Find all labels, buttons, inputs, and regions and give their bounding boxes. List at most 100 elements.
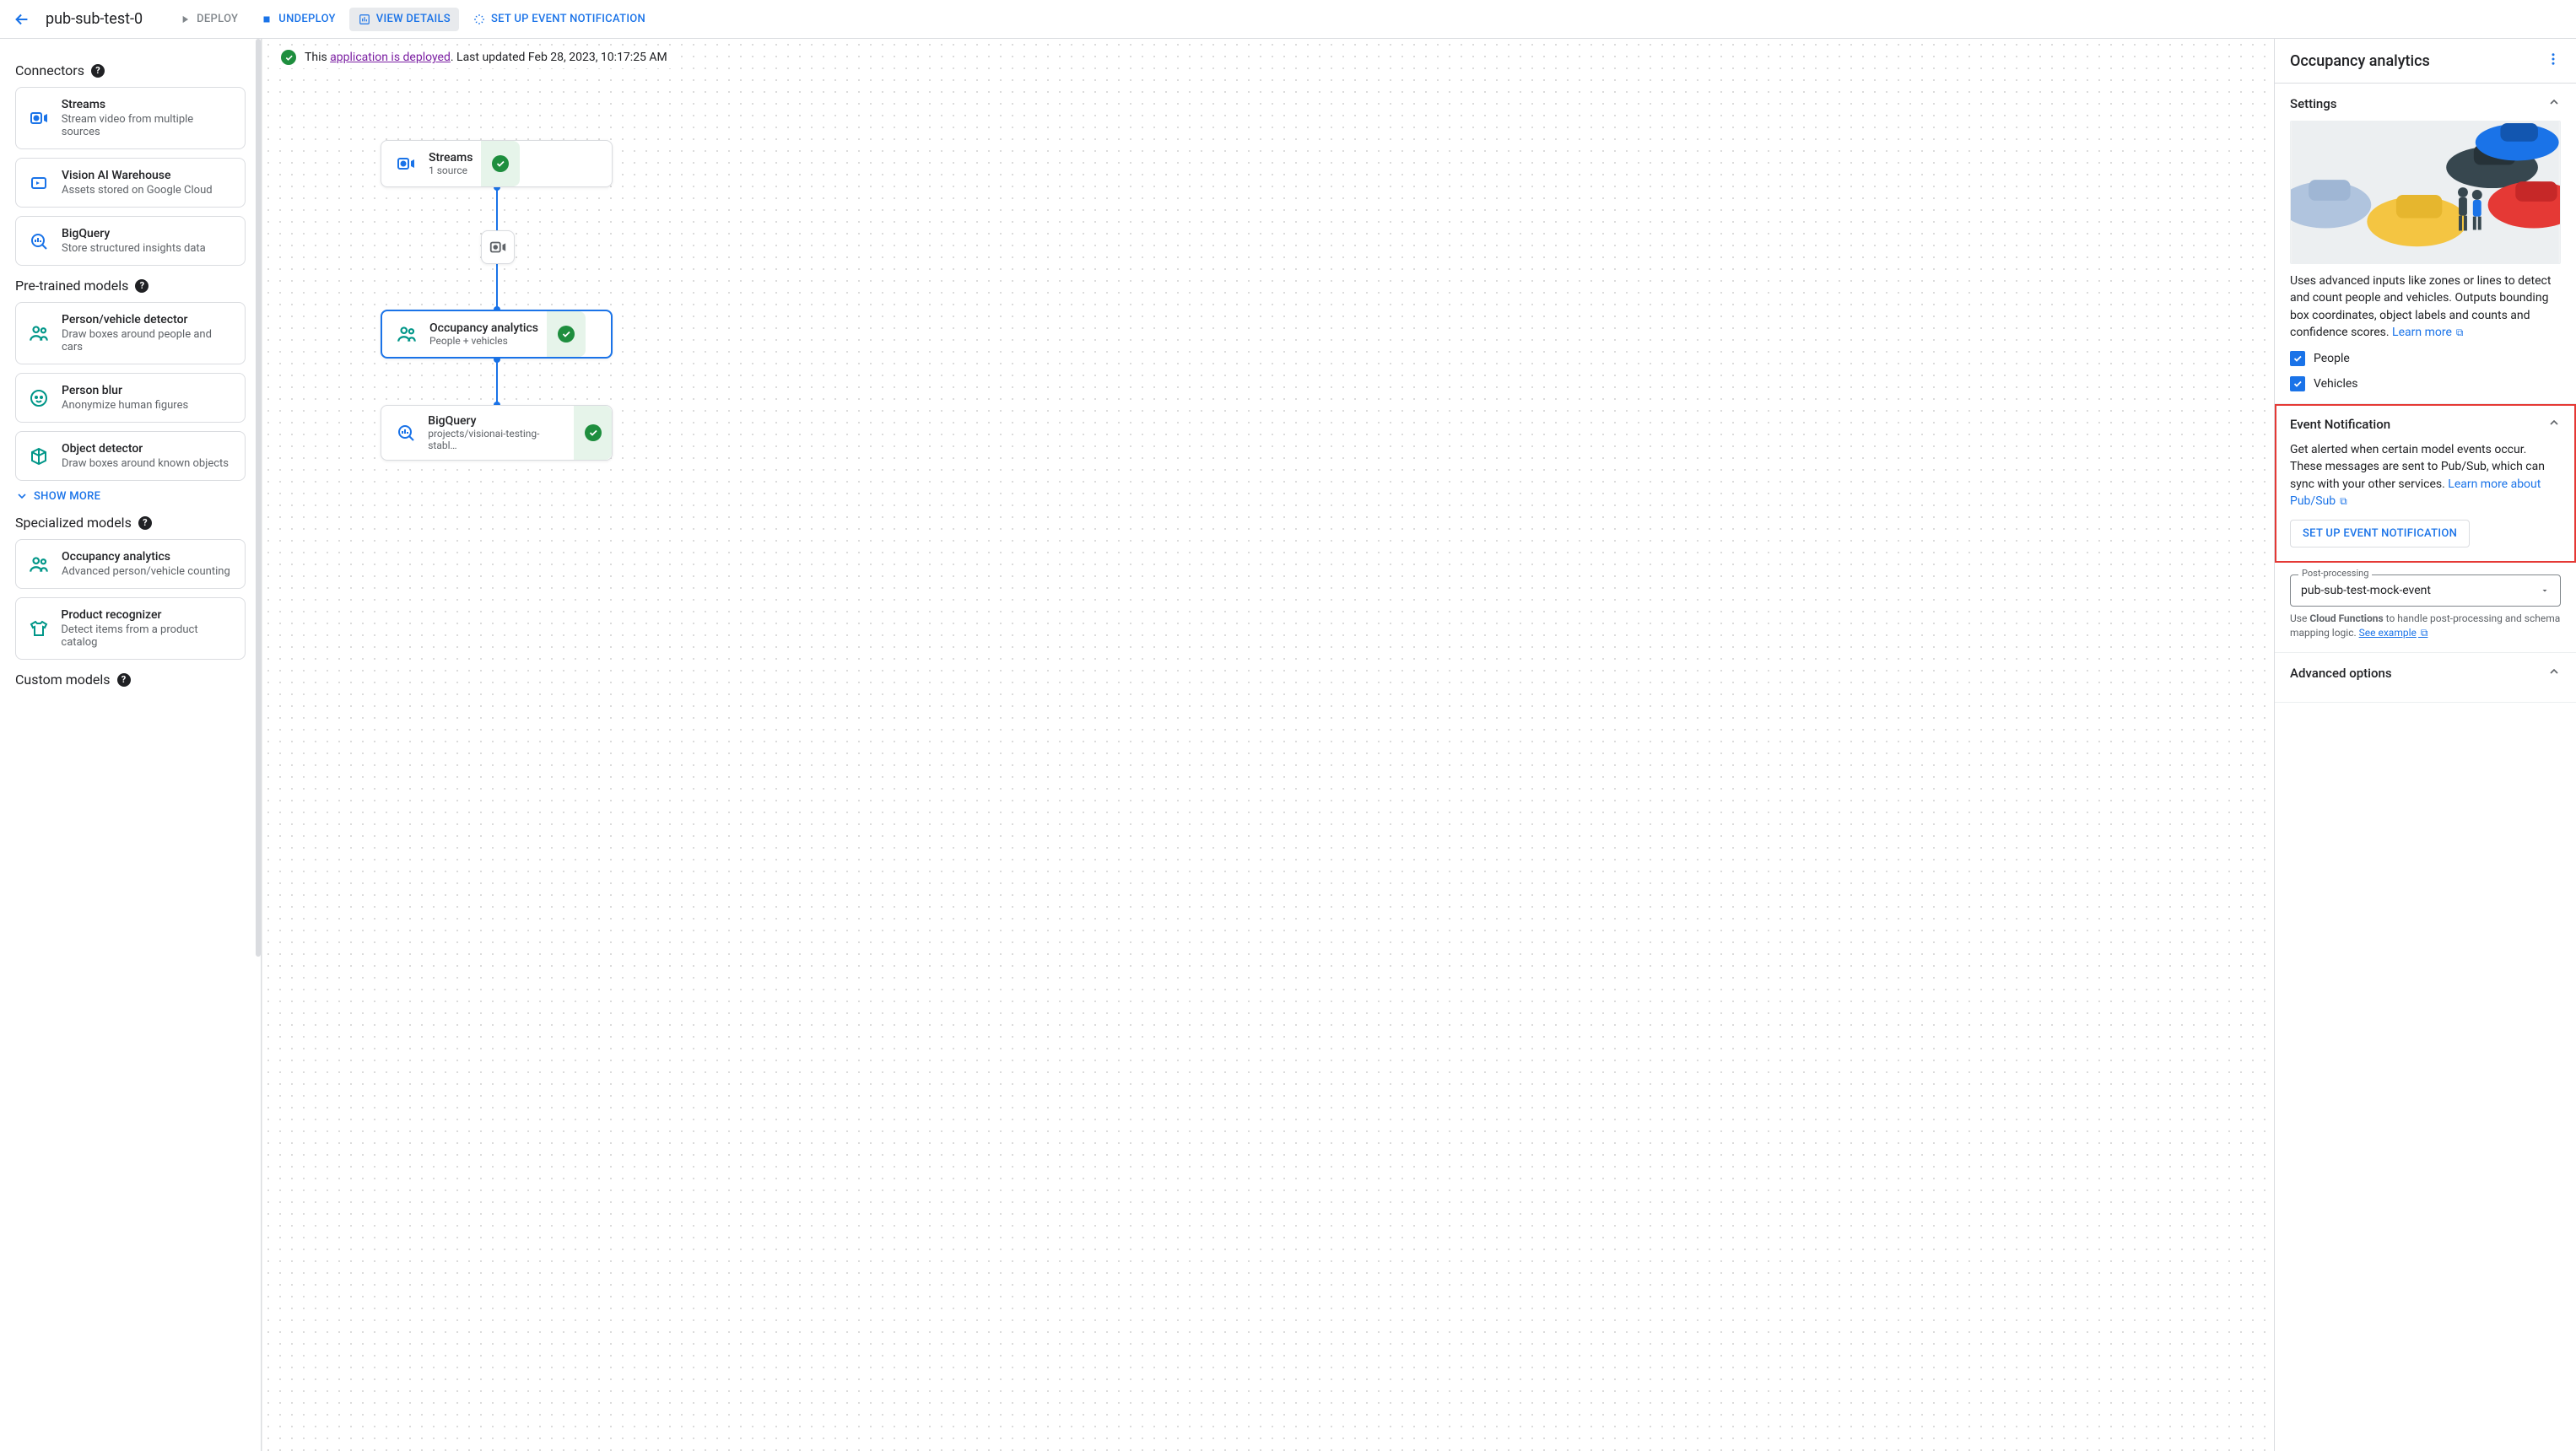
card-text: Person/vehicle detector Draw boxes around… (62, 313, 233, 353)
card-text: Person blurAnonymize human figures (62, 384, 188, 412)
vehicles-checkbox-row[interactable]: Vehicles (2290, 376, 2561, 391)
select-box[interactable]: pub-sub-test-mock-event (2290, 574, 2561, 607)
help-icon[interactable]: ? (91, 64, 105, 78)
pretrained-card[interactable]: Object detectorDraw boxes around known o… (15, 431, 246, 481)
card-title: Streams (62, 98, 233, 111)
camera-icon (489, 238, 507, 256)
advanced-header[interactable]: Advanced options (2290, 665, 2561, 682)
connector-card[interactable]: Streams Stream video from multiple source… (15, 87, 246, 149)
see-example-link[interactable]: See example ⧉ (2359, 627, 2428, 639)
specialized-card[interactable]: Occupancy analyticsAdvanced person/vehic… (15, 539, 246, 589)
post-processing-select[interactable]: Post-processing pub-sub-test-mock-event (2290, 574, 2561, 607)
card-subtitle: Advanced person/vehicle counting (62, 565, 230, 578)
event-header[interactable]: Event Notification (2290, 416, 2561, 433)
setup-event-button-header[interactable]: Set Up Event Notification (464, 8, 654, 31)
warehouse-icon (28, 172, 50, 194)
streams-icon (392, 149, 420, 178)
node-title: BigQuery (428, 414, 565, 428)
card-text: Vision AI WarehouseAssets stored on Goog… (62, 169, 213, 197)
show-more-label: SHOW MORE (34, 490, 100, 503)
deploy-button[interactable]: Deploy (170, 8, 246, 31)
panel-header: Occupancy analytics (2275, 39, 2576, 84)
node-status (547, 311, 586, 357)
setup-event-notification-button[interactable]: SET UP EVENT NOTIFICATION (2290, 520, 2470, 547)
page-header: pub-sub-test-0 Deploy Undeploy View Deta… (0, 0, 2576, 39)
status-link[interactable]: application is deployed (330, 51, 451, 64)
event-description: Get alerted when certain model events oc… (2290, 441, 2561, 510)
event-notification-section: Event Notification Get alerted when cert… (2275, 404, 2576, 563)
learn-more-link[interactable]: Learn more ⧉ (2392, 326, 2463, 339)
bigquery-icon (392, 418, 419, 447)
section-title-label: Specialized models (15, 515, 132, 531)
card-text: Object detectorDraw boxes around known o… (62, 442, 229, 470)
chevron-down-icon (15, 489, 29, 503)
section-title-label: Pre-trained models (15, 278, 128, 294)
card-title: Product recognizer (61, 608, 233, 622)
face-icon (28, 387, 50, 409)
event-title: Event Notification (2290, 417, 2390, 432)
card-subtitle: Draw boxes around people and cars (62, 328, 233, 353)
check-icon (558, 326, 575, 343)
settings-title: Settings (2290, 96, 2337, 111)
back-button[interactable] (10, 8, 34, 31)
specialized-card[interactable]: Product recognizerDetect items from a pr… (15, 597, 246, 660)
undeploy-label: Undeploy (278, 13, 336, 25)
graph-edges (262, 39, 921, 697)
card-subtitle: Anonymize human figures (62, 399, 188, 412)
help-icon[interactable]: ? (135, 279, 149, 293)
shirt-icon (28, 618, 49, 639)
post-processing-section: Post-processing pub-sub-test-mock-event … (2275, 563, 2576, 653)
card-subtitle: Detect items from a product catalog (61, 623, 233, 649)
help-icon[interactable]: ? (117, 673, 131, 687)
help-icon[interactable]: ? (138, 516, 152, 530)
graph-node-bq[interactable]: BigQueryprojects/visionai-testing-stabl… (381, 405, 613, 461)
checkbox-checked-icon (2290, 351, 2305, 366)
chevron-up-icon (2547, 665, 2561, 682)
connector-card[interactable]: BigQueryStore structured insights data (15, 216, 246, 266)
advanced-title: Advanced options (2290, 666, 2392, 681)
card-text: Occupancy analyticsAdvanced person/vehic… (62, 550, 230, 578)
bigquery-icon (28, 230, 50, 252)
node-title: Streams (429, 151, 473, 165)
graph-canvas[interactable]: This application is deployed. Last updat… (262, 39, 2274, 1451)
node-subtitle: projects/visionai-testing-stabl… (428, 428, 565, 451)
advanced-options-section: Advanced options (2275, 653, 2576, 703)
settings-illustration (2290, 121, 2561, 264)
card-text: Product recognizerDetect items from a pr… (61, 608, 233, 649)
node-subtitle: 1 source (429, 165, 473, 176)
node-text: Occupancy analyticsPeople + vehicles (429, 321, 538, 347)
settings-header[interactable]: Settings (2290, 95, 2561, 112)
deploy-label: Deploy (197, 13, 238, 25)
status-suffix: . Last updated Feb 28, 2023, 10:17:25 AM (451, 51, 667, 64)
section-custom: Custom models ? (15, 672, 246, 688)
view-details-button[interactable]: View Details (349, 8, 459, 31)
card-subtitle: Store structured insights data (62, 242, 206, 255)
components-sidebar[interactable]: Connectors ? Streams Stream video from mu… (0, 39, 262, 1451)
card-subtitle: Stream video from multiple sources (62, 113, 233, 138)
more-menu-button[interactable] (2546, 51, 2561, 71)
deploy-status-bar: This application is deployed. Last updat… (274, 46, 674, 68)
connector-card[interactable]: Vision AI WarehouseAssets stored on Goog… (15, 158, 246, 208)
people-checkbox-row[interactable]: People (2290, 351, 2561, 366)
card-subtitle: Draw boxes around known objects (62, 457, 229, 470)
node-text: BigQueryprojects/visionai-testing-stabl… (428, 414, 565, 451)
people-teal-icon (28, 322, 50, 344)
section-connectors: Connectors ? (15, 62, 246, 78)
cube-icon (28, 445, 50, 467)
card-title: Person/vehicle detector (62, 313, 233, 326)
show-more-button[interactable]: SHOW MORE (15, 489, 246, 503)
section-pretrained: Pre-trained models ? (15, 278, 246, 294)
edge-handle[interactable] (481, 230, 515, 264)
card-title: Vision AI Warehouse (62, 169, 213, 182)
pretrained-card[interactable]: Person/vehicle detector Draw boxes around… (15, 302, 246, 364)
section-title-label: Connectors (15, 62, 84, 78)
external-link-icon: ⧉ (2454, 326, 2464, 338)
card-title: Occupancy analytics (62, 550, 230, 564)
graph-node-occ[interactable]: Occupancy analyticsPeople + vehicles (381, 310, 613, 359)
external-link-icon: ⧉ (2418, 627, 2428, 639)
chart-icon (358, 13, 371, 26)
chevron-up-icon (2547, 95, 2561, 112)
pretrained-card[interactable]: Person blurAnonymize human figures (15, 373, 246, 423)
graph-node-streams[interactable]: Streams1 source (381, 140, 613, 187)
undeploy-button[interactable]: Undeploy (251, 8, 344, 31)
